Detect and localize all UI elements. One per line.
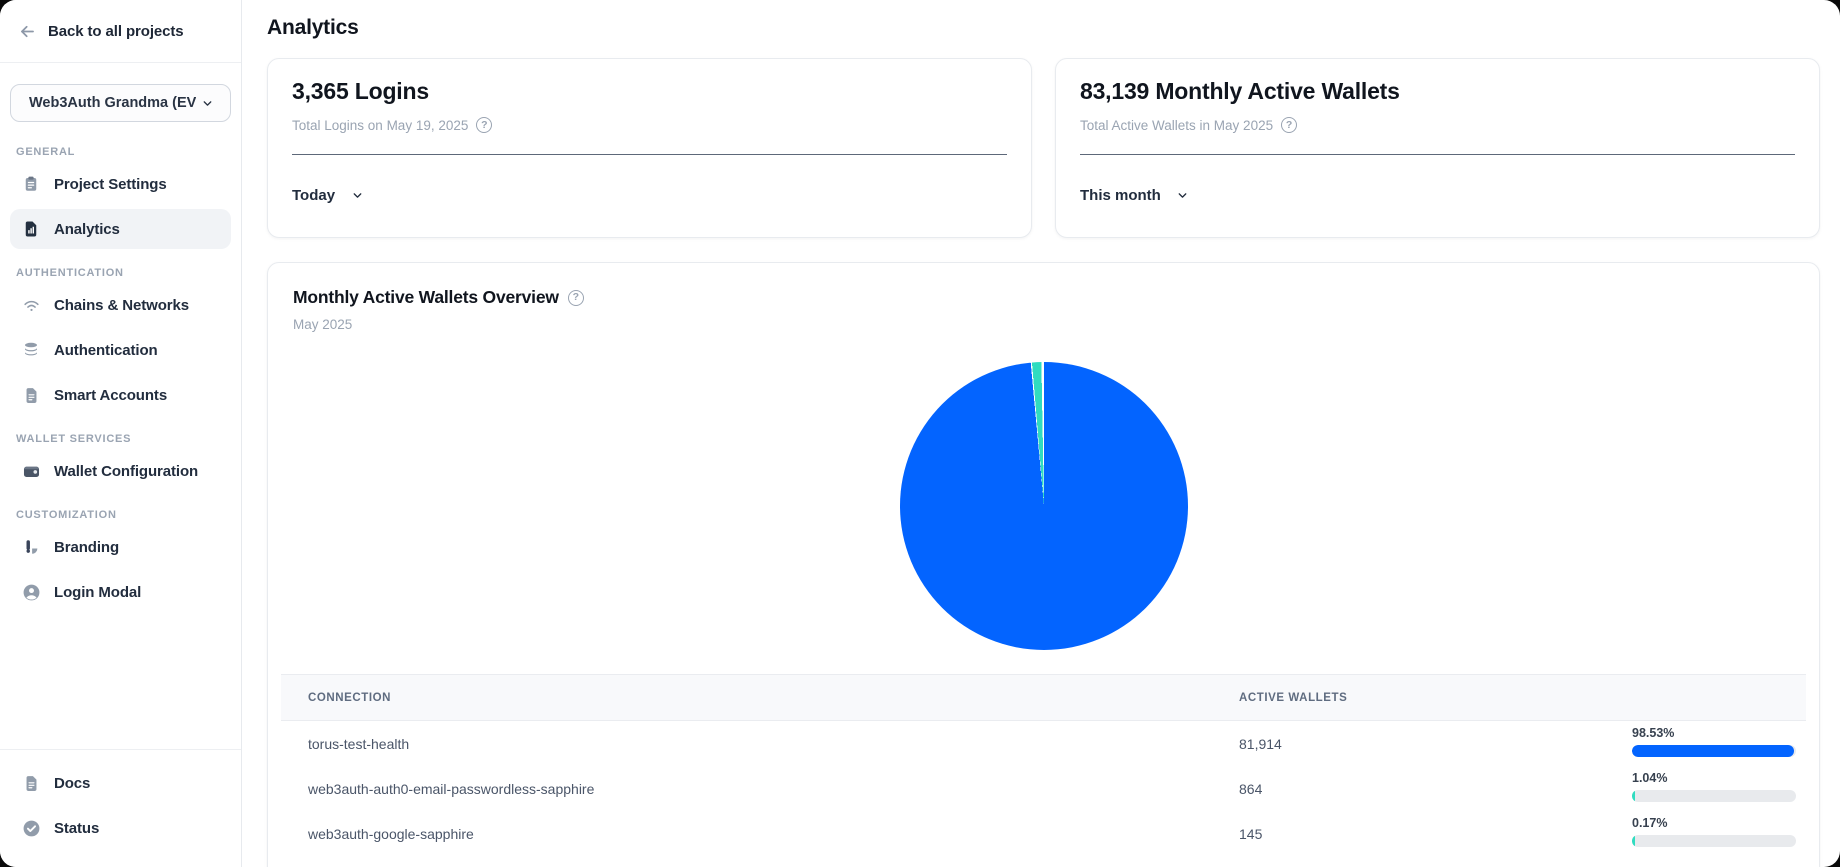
column-header-connection: CONNECTION [281, 692, 1215, 704]
sidebar-nav: GENERAL Project Settings Analytics AUTHE… [0, 122, 241, 749]
wifi-icon [21, 295, 41, 315]
logins-range-value: Today [292, 187, 335, 204]
sidebar-item-status[interactable]: Status [10, 808, 231, 848]
chevron-down-icon [197, 93, 217, 113]
help-icon[interactable]: ? [476, 117, 492, 133]
active-wallets-range-dropdown[interactable]: This month [1080, 185, 1193, 205]
percent-bar-track [1632, 835, 1796, 847]
sidebar-item-label: Wallet Configuration [54, 463, 198, 480]
help-icon[interactable]: ? [1281, 117, 1297, 133]
connections-table: CONNECTION ACTIVE WALLETS torus-test-hea… [281, 674, 1806, 856]
active-wallets-cell: 81,914 [1215, 736, 1599, 752]
wallet-icon [21, 461, 41, 481]
logins-stat-card: 3,365 Logins Total Logins on May 19, 202… [267, 58, 1032, 238]
percent-bar-fill [1632, 790, 1635, 802]
section-label-customization: CUSTOMIZATION [16, 509, 225, 521]
table-row: web3auth-google-sapphire 145 0.17% [281, 811, 1806, 856]
connection-cell: web3auth-google-sapphire [281, 826, 1215, 842]
back-to-projects-link[interactable]: Back to all projects [0, 0, 241, 63]
percent-label: 0.17% [1632, 816, 1796, 831]
file-icon [21, 385, 41, 405]
active-wallets-stat-subtitle: Total Active Wallets in May 2025 [1080, 118, 1273, 133]
pie-chart [900, 362, 1188, 650]
table-row: web3auth-auth0-email-passwordless-sapphi… [281, 766, 1806, 811]
sidebar-item-analytics[interactable]: Analytics [10, 209, 231, 249]
logins-stat-value: 3,365 Logins [292, 78, 1007, 105]
logins-stat-subtitle: Total Logins on May 19, 2025 [292, 118, 468, 133]
back-arrow-icon [17, 21, 37, 41]
active-wallets-cell: 864 [1215, 781, 1599, 797]
column-header-percent [1599, 675, 1806, 680]
percent-bar-track [1632, 790, 1796, 802]
brush-icon [21, 537, 41, 557]
sidebar-item-label: Authentication [54, 342, 158, 359]
sidebar-item-smart-accounts[interactable]: Smart Accounts [10, 375, 231, 415]
table-row: torus-test-health 81,914 98.53% [281, 721, 1806, 766]
stat-cards-row: 3,365 Logins Total Logins on May 19, 202… [267, 58, 1820, 238]
percent-bar-track [1632, 745, 1796, 757]
percent-cell: 98.53% [1599, 721, 1806, 757]
docs-file-icon [21, 773, 41, 793]
sidebar: Back to all projects Web3Auth Grandma (E… [0, 0, 242, 867]
connection-cell: torus-test-health [281, 736, 1215, 752]
active-wallets-range-value: This month [1080, 187, 1161, 204]
percent-label: 1.04% [1632, 771, 1796, 786]
database-icon [21, 340, 41, 360]
overview-card-title: Monthly Active Wallets Overview [293, 287, 559, 308]
sidebar-item-chains-networks[interactable]: Chains & Networks [10, 285, 231, 325]
active-wallets-stat-value: 83,139 Monthly Active Wallets [1080, 78, 1795, 105]
section-label-general: GENERAL [16, 146, 225, 158]
column-header-active-wallets: ACTIVE WALLETS [1215, 692, 1599, 704]
sidebar-item-authentication[interactable]: Authentication [10, 330, 231, 370]
project-selector-value: Web3Auth Grandma (EV [29, 95, 196, 111]
sidebar-item-label: Smart Accounts [54, 387, 167, 404]
section-label-authentication: AUTHENTICATION [16, 267, 225, 279]
section-label-wallet-services: WALLET SERVICES [16, 433, 225, 445]
percent-bar-fill [1632, 835, 1635, 847]
user-circle-icon [21, 582, 41, 602]
sidebar-footer: Docs Status [0, 749, 241, 867]
stat-card-divider [292, 154, 1007, 155]
sidebar-item-label: Status [54, 820, 99, 837]
sidebar-item-label: Branding [54, 539, 119, 556]
check-circle-icon [21, 818, 41, 838]
stat-card-divider [1080, 154, 1795, 155]
percent-bar-fill [1632, 745, 1794, 757]
chevron-down-icon [347, 185, 367, 205]
percent-cell: 1.04% [1599, 766, 1806, 802]
sidebar-item-label: Docs [54, 775, 90, 792]
sidebar-item-wallet-configuration[interactable]: Wallet Configuration [10, 451, 231, 491]
wallets-overview-card: Monthly Active Wallets Overview ? May 20… [267, 262, 1820, 867]
percent-label: 98.53% [1632, 726, 1796, 741]
sidebar-item-label: Chains & Networks [54, 297, 189, 314]
sidebar-item-project-settings[interactable]: Project Settings [10, 164, 231, 204]
logins-range-dropdown[interactable]: Today [292, 185, 367, 205]
active-wallets-cell: 145 [1215, 826, 1599, 842]
main-content: Analytics 3,365 Logins Total Logins on M… [242, 0, 1840, 867]
percent-cell: 0.17% [1599, 811, 1806, 847]
connection-cell: web3auth-auth0-email-passwordless-sapphi… [281, 781, 1215, 797]
sidebar-item-label: Analytics [54, 221, 120, 238]
sidebar-item-label: Project Settings [54, 176, 167, 193]
table-header-row: CONNECTION ACTIVE WALLETS [281, 674, 1806, 721]
clipboard-icon [21, 174, 41, 194]
project-selector-dropdown[interactable]: Web3Auth Grandma (EV [10, 84, 231, 122]
sidebar-item-docs[interactable]: Docs [10, 763, 231, 803]
back-label: Back to all projects [48, 23, 184, 40]
sidebar-item-label: Login Modal [54, 584, 141, 601]
sidebar-item-login-modal[interactable]: Login Modal [10, 572, 231, 612]
overview-card-subtitle: May 2025 [281, 317, 1806, 332]
page-title: Analytics [267, 16, 1820, 40]
active-wallets-stat-card: 83,139 Monthly Active Wallets Total Acti… [1055, 58, 1820, 238]
analytics-chart-icon [21, 219, 41, 239]
help-icon[interactable]: ? [568, 290, 584, 306]
sidebar-item-branding[interactable]: Branding [10, 527, 231, 567]
app-window: Back to all projects Web3Auth Grandma (E… [0, 0, 1840, 867]
chevron-down-icon [1173, 185, 1193, 205]
